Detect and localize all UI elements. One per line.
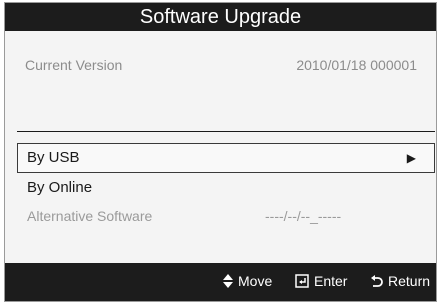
current-version-label: Current Version: [25, 57, 123, 73]
play-arrow-icon: ▶: [406, 151, 416, 165]
return-label: Return: [388, 273, 431, 289]
enter-hint: Enter: [295, 273, 347, 289]
current-version-value: 2010/01/18 000001: [296, 57, 417, 73]
menu-item-label: By USB: [27, 149, 80, 166]
alternative-software-value: ----/--/--_-----: [265, 208, 342, 224]
return-icon: [371, 273, 383, 289]
enter-icon: [295, 273, 309, 289]
return-hint: Return: [371, 273, 430, 289]
footer-bar: Move Enter Return: [5, 263, 436, 301]
move-label: Move: [238, 273, 273, 289]
software-upgrade-dialog: Software Upgrade Current Version 2010/01…: [4, 2, 437, 302]
dialog-title: Software Upgrade: [5, 3, 436, 31]
menu-item-alternative-software: Alternative Software ----/--/--_-----: [17, 201, 435, 231]
menu-item-by-usb[interactable]: By USB ▶: [17, 143, 435, 173]
move-hint: Move: [223, 273, 272, 289]
menu-item-label: Alternative Software: [27, 208, 153, 224]
divider: [17, 131, 435, 132]
enter-label: Enter: [314, 273, 348, 289]
menu-item-label: By Online: [27, 179, 93, 196]
menu-item-by-online[interactable]: By Online: [17, 173, 435, 203]
up-down-arrow-icon: [223, 273, 233, 289]
